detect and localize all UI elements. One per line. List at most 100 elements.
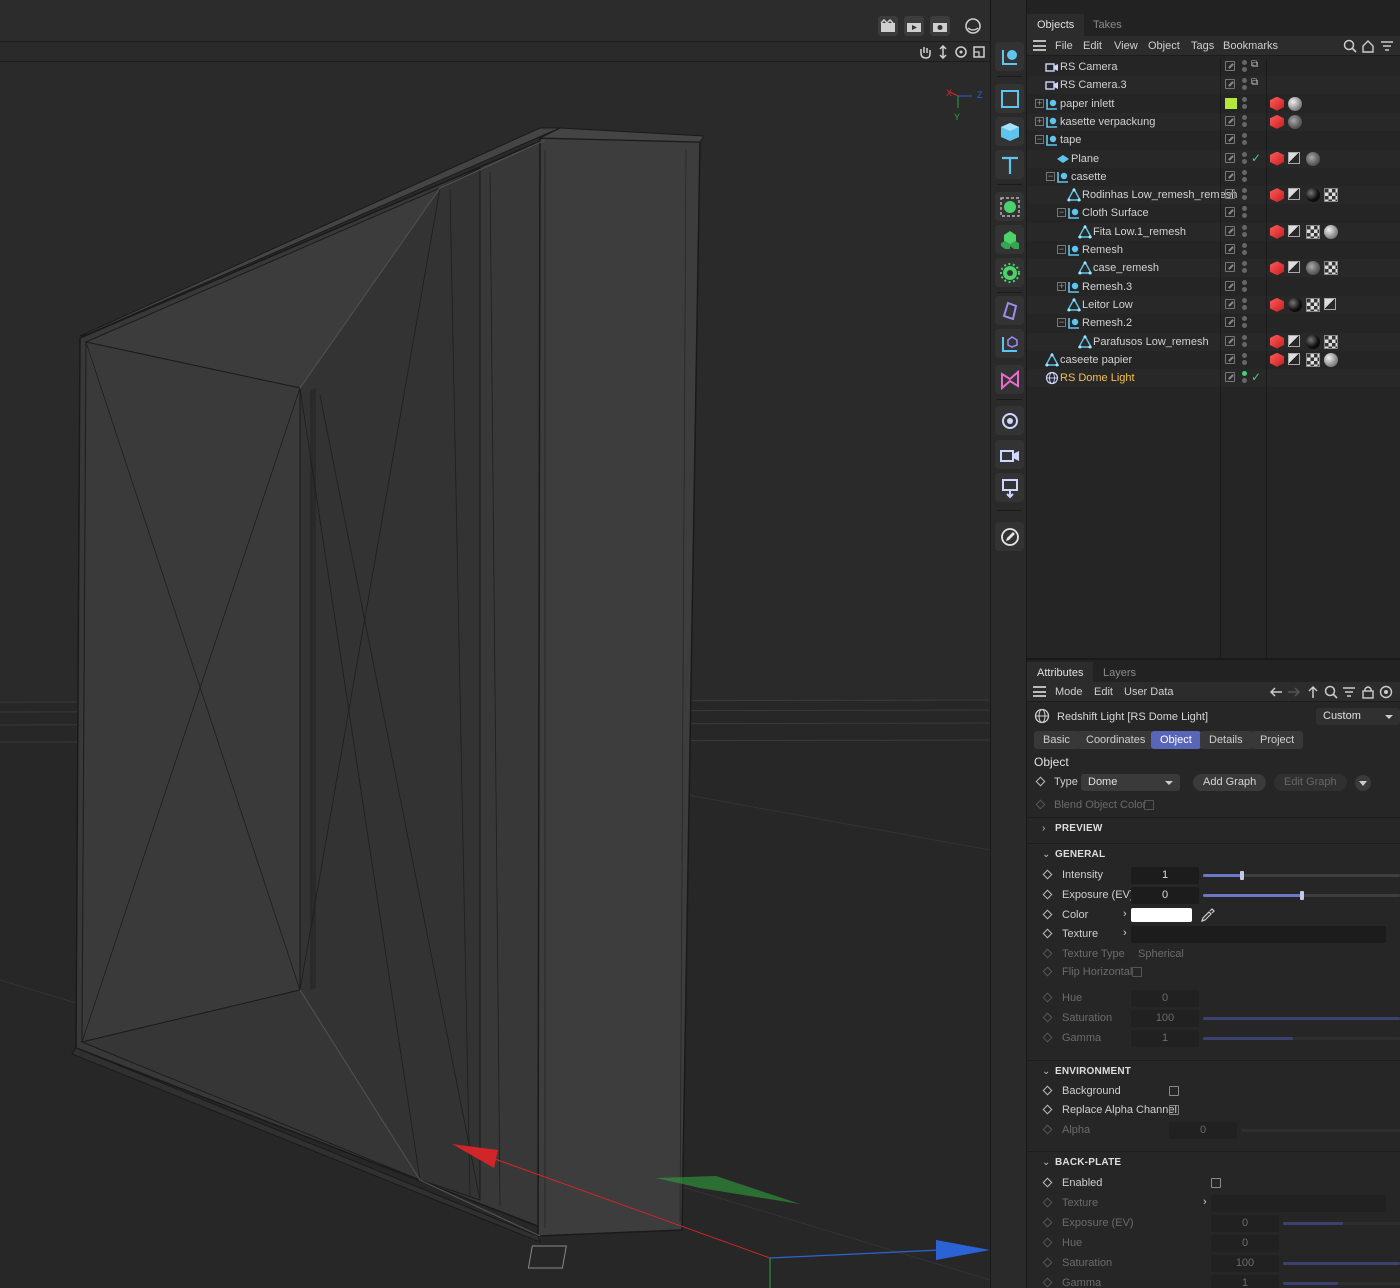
gamma-field[interactable]: 1 bbox=[1131, 1030, 1199, 1047]
target-icon[interactable] bbox=[1379, 685, 1393, 702]
redshift-object-tag-icon[interactable] bbox=[1270, 224, 1284, 239]
object-name[interactable]: Plane bbox=[1071, 153, 1099, 165]
object-name[interactable]: Remesh.2 bbox=[1082, 317, 1132, 329]
light-icon[interactable] bbox=[995, 473, 1024, 502]
visibility-dots-icon[interactable] bbox=[1242, 279, 1248, 294]
target-tag-icon[interactable]: ⧉ bbox=[1251, 59, 1258, 70]
redshift-object-tag-icon[interactable] bbox=[1270, 334, 1284, 349]
checker-material-icon[interactable] bbox=[1324, 261, 1338, 276]
redshift-object-tag-icon[interactable] bbox=[1270, 114, 1284, 129]
object-row[interactable]: caseete papier bbox=[1027, 351, 1400, 369]
eyedropper-icon[interactable] bbox=[1200, 908, 1215, 926]
visibility-dots-icon[interactable] bbox=[1242, 96, 1248, 111]
object-row[interactable]: case_remesh bbox=[1027, 259, 1400, 278]
type-dropdown[interactable]: Dome bbox=[1081, 774, 1180, 791]
uvw-tag-icon[interactable] bbox=[1288, 352, 1300, 365]
texture-material-icon[interactable] bbox=[1306, 151, 1320, 166]
object-row[interactable]: Fita Low.1_remesh bbox=[1027, 222, 1400, 241]
text-icon[interactable] bbox=[995, 150, 1024, 179]
keyframe-icon[interactable] bbox=[1035, 776, 1046, 787]
deformer-icon[interactable] bbox=[995, 296, 1024, 325]
edit-visibility-icon[interactable] bbox=[1225, 335, 1235, 346]
edit-visibility-icon[interactable] bbox=[1225, 207, 1235, 218]
object-row[interactable]: − Cloth Surface bbox=[1027, 204, 1400, 222]
material-sphere-icon[interactable] bbox=[1324, 352, 1338, 367]
edit-visibility-icon[interactable] bbox=[1225, 317, 1235, 328]
gear-light-icon[interactable] bbox=[995, 258, 1024, 287]
visibility-dots-icon[interactable] bbox=[1242, 297, 1248, 312]
menu-user-data[interactable]: User Data bbox=[1124, 686, 1174, 698]
edit-icon[interactable] bbox=[995, 522, 1024, 551]
object-row[interactable]: − Remesh.2 bbox=[1027, 314, 1400, 332]
keyframe-icon[interactable] bbox=[1042, 928, 1053, 939]
object-tree[interactable]: RS Camera ⧉ RS Camera.3 ⧉ + paper inlett + kase… bbox=[1027, 58, 1400, 658]
visibility-dots-icon[interactable] bbox=[1242, 114, 1248, 129]
texture-material-icon[interactable] bbox=[1306, 261, 1320, 276]
alpha-field[interactable]: 0 bbox=[1169, 1122, 1237, 1139]
object-name[interactable]: Parafusos Low_remesh bbox=[1093, 336, 1209, 348]
object-name[interactable]: RS Dome Light bbox=[1060, 372, 1135, 384]
object-name[interactable]: RS Camera bbox=[1060, 61, 1117, 73]
enabled-check-icon[interactable]: ✓ bbox=[1251, 151, 1261, 165]
rotate-view-icon[interactable] bbox=[951, 42, 971, 62]
black-material-icon[interactable] bbox=[1306, 334, 1320, 349]
enabled-check-icon[interactable]: ✓ bbox=[1251, 370, 1261, 384]
visibility-dots-icon[interactable] bbox=[1242, 206, 1248, 220]
edit-visibility-icon[interactable] bbox=[1225, 189, 1235, 200]
redshift-object-tag-icon[interactable] bbox=[1270, 96, 1284, 111]
hamburger-icon[interactable] bbox=[1033, 686, 1046, 697]
maximize-view-icon[interactable] bbox=[969, 42, 989, 62]
bp-exposure-field[interactable]: 0 bbox=[1211, 1215, 1279, 1232]
bp-gamma-slider[interactable] bbox=[1283, 1282, 1400, 1285]
bp-hue-field[interactable]: 0 bbox=[1211, 1235, 1279, 1252]
object-row[interactable]: + paper inlett bbox=[1027, 95, 1400, 113]
object-row[interactable]: Parafusos Low_remesh bbox=[1027, 332, 1400, 351]
uvw-tag-icon[interactable] bbox=[1288, 188, 1300, 201]
keyframe-icon[interactable] bbox=[1042, 1104, 1053, 1115]
menu-mode[interactable]: Mode bbox=[1055, 686, 1083, 698]
object-row[interactable]: Plane ✓ bbox=[1027, 149, 1400, 168]
pan-hand-icon[interactable] bbox=[915, 42, 935, 62]
visibility-dots-icon[interactable] bbox=[1242, 371, 1248, 385]
black-material-icon[interactable] bbox=[1288, 297, 1302, 312]
cube-icon[interactable] bbox=[995, 117, 1024, 146]
expand-icon[interactable]: + bbox=[1035, 116, 1044, 126]
uvw-tag-icon[interactable] bbox=[1288, 224, 1300, 237]
intensity-field[interactable]: 1 bbox=[1131, 867, 1199, 884]
edit-visibility-icon[interactable] bbox=[1225, 298, 1235, 309]
menu-edit[interactable]: Edit bbox=[1094, 686, 1113, 698]
section-backplate[interactable]: ⌄ BACK-PLATE bbox=[1027, 1151, 1400, 1173]
target-tag-icon[interactable]: ⧉ bbox=[1251, 77, 1258, 88]
up-arrow-icon[interactable] bbox=[1306, 685, 1320, 702]
edit-visibility-icon[interactable] bbox=[1225, 79, 1235, 90]
object-row[interactable]: RS Camera ⧉ bbox=[1027, 58, 1400, 76]
visibility-dots-icon[interactable] bbox=[1242, 224, 1248, 239]
home-icon[interactable] bbox=[1361, 39, 1375, 56]
filter-icon[interactable] bbox=[1380, 39, 1394, 56]
chevron-right-icon[interactable]: › bbox=[1123, 927, 1127, 939]
checker-material-icon[interactable] bbox=[1324, 334, 1338, 349]
redshift-object-tag-icon[interactable] bbox=[1270, 352, 1284, 367]
flip-horizontal-checkbox[interactable] bbox=[1132, 967, 1142, 977]
chevron-right-icon[interactable]: › bbox=[1203, 1196, 1207, 1208]
collapse-icon[interactable]: − bbox=[1035, 135, 1044, 145]
move-view-icon[interactable] bbox=[933, 42, 953, 62]
filter-icon[interactable] bbox=[1342, 685, 1356, 702]
visibility-dots-icon[interactable] bbox=[1242, 261, 1248, 275]
object-name[interactable]: Cloth Surface bbox=[1082, 207, 1149, 219]
subtab-project[interactable]: Project bbox=[1251, 731, 1304, 749]
exposure-field[interactable]: 0 bbox=[1131, 887, 1199, 904]
render-settings-icon[interactable] bbox=[930, 16, 950, 36]
background-checkbox[interactable] bbox=[1169, 1086, 1179, 1096]
viewport[interactable]: X Y Z bbox=[0, 0, 990, 1288]
visibility-dots-icon[interactable] bbox=[1242, 316, 1248, 330]
object-name[interactable]: RS Camera.3 bbox=[1060, 79, 1127, 91]
object-row[interactable]: Leitor Low bbox=[1027, 295, 1400, 314]
subtab-coordinates[interactable]: Coordinates bbox=[1077, 731, 1155, 749]
bp-exposure-slider[interactable] bbox=[1283, 1222, 1400, 1225]
ipr-icon[interactable] bbox=[963, 16, 983, 36]
texture-type-value[interactable]: Spherical bbox=[1138, 948, 1184, 960]
visibility-dots-icon[interactable] bbox=[1242, 188, 1248, 202]
subtab-object[interactable]: Object bbox=[1151, 731, 1201, 749]
collapse-icon[interactable]: − bbox=[1057, 245, 1066, 254]
